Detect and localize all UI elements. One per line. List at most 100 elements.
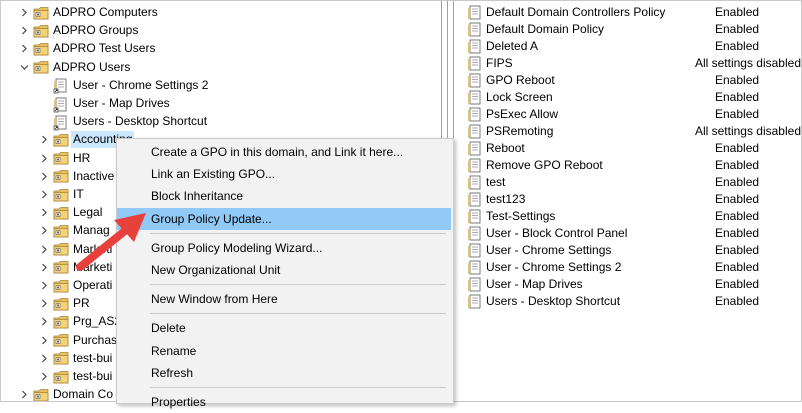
tree-item[interactable]: Prg_AS2 (39, 313, 121, 330)
chevron-right-icon[interactable] (39, 150, 49, 167)
tree-item[interactable]: ADPRO Test Users (19, 40, 155, 57)
ou-folder-icon (53, 370, 69, 384)
tree-item[interactable]: User - Chrome Settings 2 (39, 77, 208, 94)
gpo-row[interactable]: Lock Screen Enabled (457, 88, 801, 105)
chevron-right-icon[interactable] (39, 168, 49, 185)
chevron-right-icon[interactable] (39, 204, 49, 221)
menu-separator (150, 387, 446, 388)
gpo-row[interactable]: User - Map Drives Enabled (457, 275, 801, 292)
menu-item[interactable]: Rename (117, 340, 451, 362)
gpo-row[interactable]: PSRemoting All settings disabled (457, 122, 801, 139)
menu-item[interactable]: Delete (117, 317, 451, 339)
tree-item[interactable]: User - Map Drives (39, 95, 170, 112)
tree-item[interactable]: ADPRO Groups (19, 22, 138, 39)
gpo-status: Enabled (715, 140, 760, 155)
gpo-icon (467, 39, 483, 53)
menu-item[interactable]: Properties (117, 391, 451, 413)
gpo-row[interactable]: Test-Settings Enabled (457, 207, 801, 224)
chevron-right-icon[interactable] (39, 350, 49, 367)
gpo-row[interactable]: test Enabled (457, 173, 801, 190)
gpo-icon (467, 141, 483, 155)
gpo-row[interactable]: Default Domain Controllers Policy Enabled (457, 3, 801, 20)
menu-item[interactable]: Link an Existing GPO... (117, 163, 451, 185)
gpo-status: All settings disabled (694, 123, 801, 138)
gpo-row[interactable]: PsExec Allow Enabled (457, 105, 801, 122)
chevron-right-icon[interactable] (39, 295, 49, 312)
gpo-row[interactable]: Remove GPO Reboot Enabled (457, 156, 801, 173)
context-menu: Create a GPO in this domain, and Link it… (116, 138, 454, 409)
menu-item[interactable]: Group Policy Update... (117, 207, 451, 230)
gpo-name: Default Domain Controllers Policy (486, 4, 666, 19)
gpo-icon (467, 5, 483, 19)
menu-item[interactable]: Block Inheritance (117, 185, 451, 207)
chevron-right-icon[interactable] (39, 368, 49, 385)
gpo-name: User - Chrome Settings (486, 242, 612, 257)
gpo-status: Enabled (715, 72, 760, 87)
gpo-name: PSRemoting (486, 123, 554, 138)
gpo-row[interactable]: User - Chrome Settings 2 Enabled (457, 258, 801, 275)
ou-folder-icon (33, 42, 49, 56)
tree-item[interactable]: test-bui (39, 368, 112, 385)
gpo-link-icon (53, 78, 69, 94)
chevron-right-icon[interactable] (39, 222, 49, 239)
gpo-status: Enabled (715, 293, 760, 308)
chevron-right-icon[interactable] (39, 131, 49, 148)
gpo-name: User - Chrome Settings 2 (486, 259, 622, 274)
chevron-right-icon[interactable] (39, 332, 49, 349)
menu-item[interactable]: Create a GPO in this domain, and Link it… (117, 141, 451, 163)
tree-item[interactable]: IT (39, 186, 84, 203)
chevron-right-icon[interactable] (19, 386, 29, 401)
chevron-right-icon[interactable] (39, 259, 49, 276)
gpo-icon (467, 73, 483, 87)
gpo-row[interactable]: test123 Enabled (457, 190, 801, 207)
tree-item[interactable]: PR (39, 295, 90, 312)
tree-item[interactable]: ADPRO Users (19, 59, 130, 76)
tree-item[interactable]: Inactive (39, 168, 114, 185)
gpo-status: All settings disabled (694, 55, 801, 70)
gpo-name: Remove GPO Reboot (486, 157, 603, 172)
gpo-name: Reboot (486, 140, 525, 155)
tree-item[interactable]: Marketi (39, 241, 112, 258)
gpo-row[interactable]: Reboot Enabled (457, 139, 801, 156)
gpo-row[interactable]: User - Chrome Settings Enabled (457, 241, 801, 258)
chevron-right-icon[interactable] (19, 40, 29, 57)
gpo-name: GPO Reboot (486, 72, 555, 87)
tree-item[interactable]: Operati (39, 277, 112, 294)
gpo-row[interactable]: FIPS All settings disabled (457, 54, 801, 71)
ou-folder-icon (33, 388, 49, 401)
ou-folder-icon (33, 60, 49, 74)
tree-item-label: ADPRO Users (53, 59, 131, 74)
tree-item[interactable]: Marketi (39, 259, 112, 276)
tree-item[interactable]: Legal (39, 204, 102, 221)
menu-item[interactable]: New Organizational Unit (117, 259, 451, 281)
tree-item-label: Purchas (73, 332, 118, 347)
tree-item[interactable]: Domain Co (19, 386, 113, 401)
gpo-icon (467, 175, 483, 189)
gpo-row[interactable]: User - Block Control Panel Enabled (457, 224, 801, 241)
tree-item-label: Domain Co (53, 387, 114, 401)
tree-item[interactable]: ADPRO Computers (19, 4, 158, 21)
gpo-name: User - Block Control Panel (486, 225, 628, 240)
gpo-name: Test-Settings (486, 208, 556, 223)
chevron-right-icon[interactable] (39, 241, 49, 258)
chevron-right-icon[interactable] (19, 22, 29, 39)
gpo-row[interactable]: GPO Reboot Enabled (457, 71, 801, 88)
tree-item[interactable]: Purchas (39, 332, 117, 349)
chevron-right-icon[interactable] (19, 4, 29, 21)
menu-item[interactable]: Group Policy Modeling Wizard... (117, 237, 451, 259)
chevron-right-icon[interactable] (39, 313, 49, 330)
tree-item[interactable]: test-bui (39, 350, 112, 367)
gpo-row[interactable]: Deleted A Enabled (457, 37, 801, 54)
chevron-down-icon[interactable] (19, 59, 29, 76)
gpo-status: Enabled (715, 4, 760, 19)
tree-item[interactable]: Users - Desktop Shortcut (39, 113, 207, 131)
chevron-right-icon[interactable] (39, 186, 49, 203)
gpo-icon (467, 209, 483, 223)
menu-item[interactable]: New Window from Here (117, 288, 451, 310)
tree-item[interactable]: Manag (39, 222, 110, 239)
menu-item[interactable]: Refresh (117, 362, 451, 384)
gpo-row[interactable]: Default Domain Policy Enabled (457, 20, 801, 37)
gpo-row[interactable]: Users - Desktop Shortcut Enabled (457, 292, 801, 309)
tree-item[interactable]: HR (39, 150, 90, 167)
chevron-right-icon[interactable] (39, 277, 49, 294)
